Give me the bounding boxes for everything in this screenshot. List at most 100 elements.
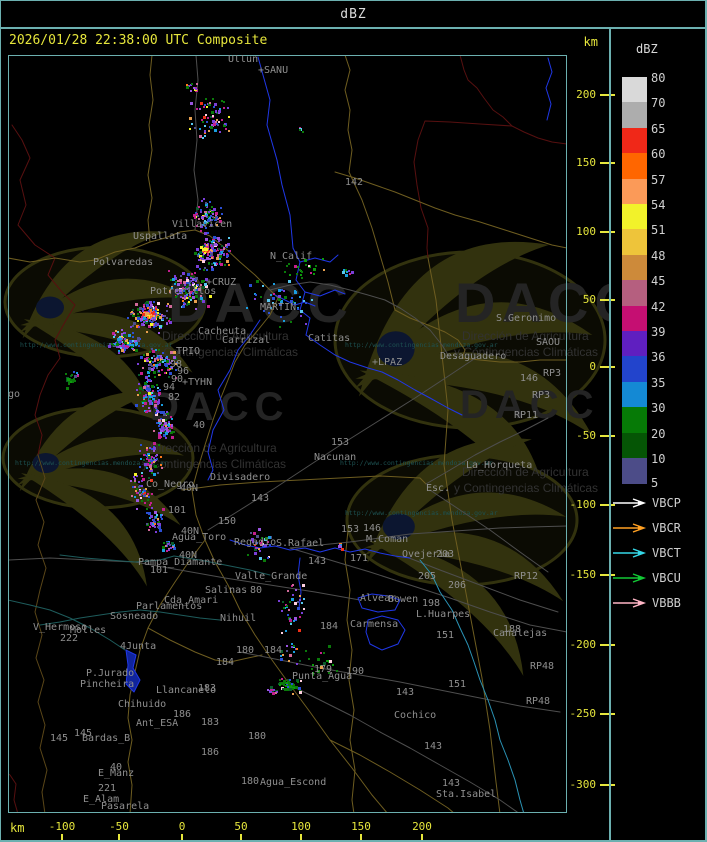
right-axis-tick (600, 94, 615, 96)
right-axis-tick (600, 366, 615, 368)
colorbar-title: dBZ (636, 42, 658, 56)
right-axis-tick-label: -200 (569, 638, 597, 651)
colorbar-label: 35 (651, 375, 666, 390)
colorbar-label: 60 (651, 147, 666, 162)
map-label: RP48 (526, 696, 551, 707)
bottom-axis-tick-label: 100 (291, 820, 311, 833)
map-label: RP3 (532, 390, 551, 401)
map-label: 183 (201, 717, 220, 728)
map-label: 153 (341, 524, 360, 535)
map-label: 143 (424, 741, 443, 752)
bottom-axis-unit: km (10, 821, 25, 835)
right-axis-tick-label: 50 (582, 293, 596, 306)
map-label: Valle_Grande (235, 571, 308, 582)
map-label: 188 (503, 624, 522, 635)
map-label: S.Geronimo (496, 313, 557, 324)
map-label: 198 (422, 598, 441, 609)
right-axis-tick (600, 435, 615, 437)
map-label: Catitas (308, 333, 351, 344)
map-label: Esc. (426, 483, 451, 494)
map-label: 205 (418, 571, 437, 582)
map-label: 145 (50, 733, 69, 744)
colorbar-label: 39 (651, 325, 666, 339)
colorbar-swatch (622, 102, 647, 129)
map-label: +CRUZ (206, 277, 237, 288)
map-label: S.Rafael (276, 538, 325, 549)
map-label: RP3 (543, 368, 562, 379)
map-label: 143 (308, 556, 327, 567)
window-title: dBZ (340, 7, 367, 22)
map-label: Sosneado (110, 611, 159, 622)
vector-legend-label: VBCT (652, 546, 681, 560)
map-label: +SANU (258, 65, 289, 76)
map-label: L.Huarpes (416, 609, 471, 620)
map-label: Ullun (228, 55, 259, 65)
map-label: 143 (442, 778, 461, 789)
right-axis-tick (600, 231, 615, 233)
colorbar-swatch (622, 254, 647, 281)
map-label: Ant_ESA (136, 718, 179, 729)
colorbar-swatch (622, 127, 647, 154)
map-label: 206 (448, 580, 467, 591)
map-label: 150 (218, 516, 237, 527)
map-label: 151 (448, 679, 467, 690)
right-axis-tick (600, 784, 615, 786)
right-axis-tick-label: -250 (569, 707, 597, 720)
colorbar-label: 42 (651, 299, 666, 314)
colorbar-swatch (622, 381, 647, 408)
colorbar-label: 30 (651, 401, 666, 416)
map-label: 4Junta (120, 641, 157, 652)
map-label: 222 (60, 633, 79, 644)
colorbar-label: 48 (651, 248, 666, 263)
map-label: RP48 (530, 661, 555, 672)
right-axis-tick-label: -50 (576, 429, 596, 442)
map-label: 40N (180, 483, 199, 494)
map-label: +TYHN (182, 377, 213, 388)
map-label: Carmensa (350, 619, 399, 630)
map-label: Villavicen (172, 219, 233, 230)
map-label: RP12 (514, 571, 539, 582)
colorbar-label: 57 (651, 172, 666, 187)
map-label: 184 (320, 621, 339, 632)
right-axis-unit: km (583, 35, 598, 49)
frame-divider-vertical (609, 27, 611, 842)
radar-app: DACC DACC DACC DACC Dirección de Agricultura… (0, 0, 707, 842)
right-axis-tick (600, 299, 615, 301)
right-axis-tick (600, 644, 615, 646)
map-label: Uspallata (133, 231, 188, 242)
map-label: 143 (396, 687, 415, 698)
map-label: Alvear (360, 593, 397, 604)
colorbar-label: 65 (651, 121, 666, 136)
vector-legend-label: VBCP (652, 496, 681, 510)
map-label: Chihuido (118, 699, 167, 710)
colorbar-label: 70 (651, 96, 666, 111)
colorbar-swatch (622, 305, 647, 332)
map-label: 186 (201, 747, 220, 758)
right-axis-tick-label: -300 (569, 778, 597, 791)
map-label: 180 (241, 776, 260, 787)
map-label: Nacunan (314, 452, 357, 463)
colorbar-label: 54 (651, 198, 666, 212)
vector-legend-label: VBCR (652, 521, 681, 535)
right-axis-tick-label: 100 (576, 225, 596, 238)
map-label: 146 (520, 373, 539, 384)
map-label: 171 (350, 553, 369, 564)
map-label: TPIO (176, 346, 201, 357)
map-label: 190 (346, 666, 365, 677)
colorbar-label: 80 (651, 71, 666, 85)
vbcp-arrow-icon (613, 498, 647, 508)
colorbar-swatch (622, 204, 647, 230)
map-label: 203 (436, 549, 455, 560)
map-label: 40N (181, 526, 200, 537)
bottom-axis-tick-label: -100 (48, 820, 76, 833)
frame-left (0, 0, 1, 842)
map-label: Regadio (234, 537, 277, 548)
frame-top (0, 0, 707, 1)
bottom-axis-tick-label: 50 (234, 820, 248, 833)
map-label: Divisadero (210, 472, 271, 483)
colorbar-swatch (622, 432, 647, 459)
map-label: 146 (363, 523, 382, 534)
map-label: P.Jurado (86, 668, 135, 679)
right-axis-tick-label: 0 (589, 360, 596, 373)
map-label: 153 (331, 437, 350, 448)
